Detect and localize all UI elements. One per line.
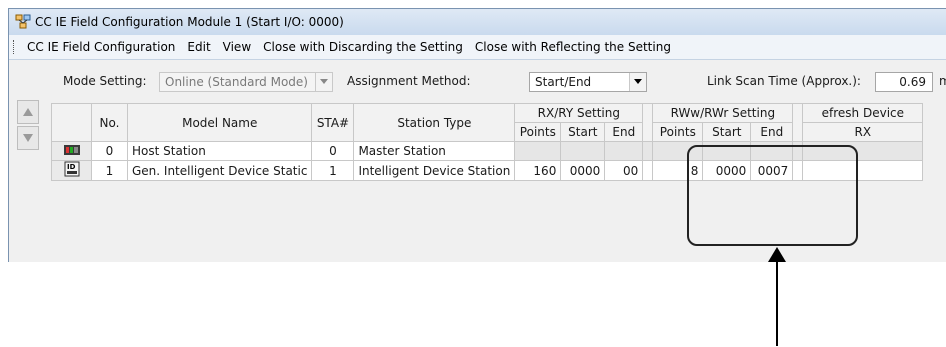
header-spacer	[792, 103, 804, 142]
cell-sta[interactable]: 0	[311, 141, 355, 161]
window-title: CC IE Field Configuration Module 1 (Star…	[35, 15, 344, 29]
header-station-type[interactable]: Station Type	[353, 103, 516, 142]
rwwrwr-highlight-callout	[687, 145, 858, 246]
mode-setting-value: Online (Standard Mode)	[165, 75, 308, 89]
assignment-dropdown-arrow[interactable]	[629, 73, 646, 91]
header-refresh-rx[interactable]: RX	[802, 122, 924, 142]
cell-rx-points[interactable]: 160	[514, 160, 562, 181]
network-configuration-icon	[15, 14, 31, 29]
cell-rx-end[interactable]: 00	[604, 160, 644, 181]
link-scan-time-label: Link Scan Time (Approx.):	[707, 74, 861, 88]
intelligent-device-icon: ID	[64, 161, 79, 177]
menu-close-discarding[interactable]: Close with Discarding the Setting	[257, 40, 469, 54]
title-bar: CC IE Field Configuration Module 1 (Star…	[9, 9, 946, 35]
cell-station-type[interactable]: Master Station	[353, 141, 516, 161]
row-icon-cell: ID	[51, 160, 92, 181]
cell-rx-points[interactable]	[514, 141, 562, 161]
link-scan-time-field: 0.69	[875, 72, 933, 92]
cell-model-name[interactable]: Host Station	[126, 141, 313, 161]
cell-model-name[interactable]: Gen. Intelligent Device Static	[126, 160, 313, 181]
row-icon-cell	[51, 141, 92, 161]
menu-edit[interactable]: Edit	[181, 40, 216, 54]
link-scan-time-unit: m	[939, 74, 946, 88]
callout-arrow-icon	[768, 247, 786, 346]
cell-sta[interactable]: 1	[311, 160, 355, 181]
header-rw-start[interactable]: Start	[702, 122, 752, 142]
header-rx-start[interactable]: Start	[560, 122, 606, 142]
header-rw-points[interactable]: Points	[652, 122, 704, 142]
header-spacer	[642, 103, 654, 142]
link-scan-time-value: 0.69	[899, 75, 926, 89]
assignment-method-select[interactable]: Start/End	[529, 72, 647, 92]
cell-no[interactable]: 1	[91, 160, 128, 181]
header-rx-points[interactable]: Points	[514, 122, 562, 142]
assignment-method-label: Assignment Method:	[347, 74, 471, 88]
cell-rx-start[interactable]	[560, 141, 606, 161]
header-rxry-setting[interactable]: RX/RY Setting	[514, 103, 644, 123]
arrow-down-icon	[23, 134, 33, 142]
mode-setting-label: Mode Setting:	[63, 74, 147, 88]
toolbar-grip[interactable]	[13, 40, 17, 54]
arrow-up-icon	[23, 108, 33, 116]
header-sta[interactable]: STA#	[311, 103, 355, 142]
header-row-1: No. Model Name STA# Station Type RX/RY S…	[51, 103, 924, 142]
header-rx-end[interactable]: End	[604, 122, 644, 142]
chevron-down-icon	[320, 79, 328, 84]
cell-station-type[interactable]: Intelligent Device Station	[353, 160, 516, 181]
host-station-icon	[63, 144, 80, 155]
menu-bar: CC IE Field Configuration Edit View Clos…	[9, 35, 946, 60]
assignment-method-value: Start/End	[535, 75, 592, 89]
cell-rx-end[interactable]	[604, 141, 644, 161]
svg-text:ID: ID	[67, 163, 76, 171]
mode-setting-select[interactable]: Online (Standard Mode)	[159, 72, 333, 92]
menu-close-reflecting[interactable]: Close with Reflecting the Setting	[469, 40, 677, 54]
header-refresh-device[interactable]: efresh Device	[802, 103, 924, 123]
cell-no[interactable]: 0	[91, 141, 128, 161]
header-rw-end[interactable]: End	[750, 122, 794, 142]
cell-rx-start[interactable]: 0000	[560, 160, 606, 181]
mode-dropdown-arrow[interactable]	[315, 73, 332, 91]
header-no[interactable]: No.	[91, 103, 128, 142]
move-up-button[interactable]	[17, 100, 39, 124]
header-model-name[interactable]: Model Name	[126, 103, 313, 142]
settings-row: Mode Setting: Online (Standard Mode) Ass…	[9, 72, 946, 98]
move-down-button[interactable]	[17, 126, 39, 150]
cell-spacer	[642, 141, 654, 161]
menu-view[interactable]: View	[217, 40, 257, 54]
chevron-down-icon	[634, 79, 642, 84]
cell-spacer	[642, 160, 654, 181]
header-icon-column	[51, 103, 92, 142]
menu-cc-ie-field-configuration[interactable]: CC IE Field Configuration	[21, 40, 181, 54]
header-rwwrwr-setting[interactable]: RWw/RWr Setting	[652, 103, 794, 123]
